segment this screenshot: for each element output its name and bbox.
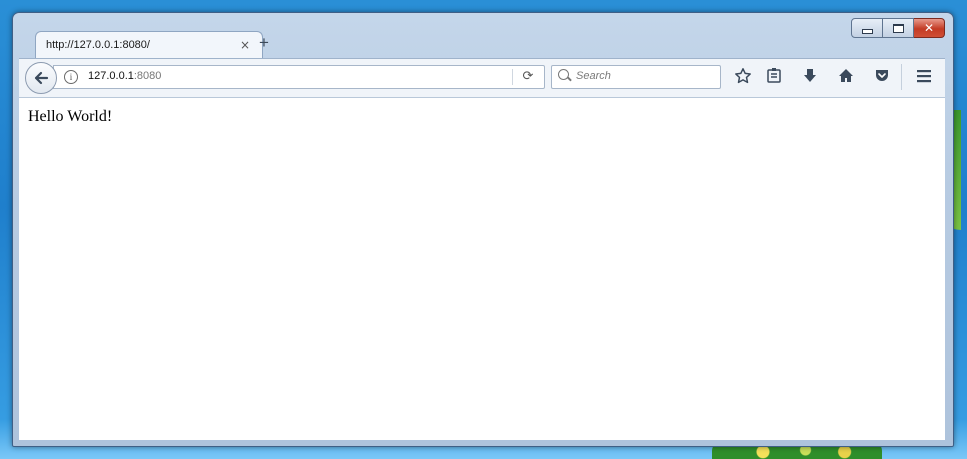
search-icon [558,69,569,80]
tab-active[interactable]: http://127.0.0.1:8080/ × [35,31,263,58]
back-button[interactable] [25,62,57,94]
download-arrow-icon[interactable] [800,67,820,87]
new-tab-button[interactable]: + [256,34,272,51]
home-icon[interactable] [836,67,856,87]
minimize-icon [861,28,873,34]
tab-close-icon[interactable]: × [238,38,252,52]
page-body-text: Hello World! [28,108,113,125]
reload-icon[interactable]: ⟳ [520,69,536,85]
url-host: 127.0.0.1 [88,70,134,82]
navigation-toolbar: i 127.0.0.1:8080 ⟳ Search [19,58,945,98]
maximize-button[interactable] [883,18,914,38]
library-icon[interactable] [764,67,784,87]
bookmark-star-icon[interactable] [733,67,753,87]
info-icon[interactable]: i [64,70,78,84]
search-placeholder: Search [576,70,611,82]
url-separator [512,69,513,85]
page-content: Hello World! [19,97,945,440]
tab-title: http://127.0.0.1:8080/ [46,39,150,51]
url-port: :8080 [133,70,162,82]
pocket-icon[interactable] [872,67,892,87]
url-text: 127.0.0.1:8080 [88,70,161,82]
window-caption-buttons: ✕ [851,18,945,38]
search-bar[interactable]: Search [551,65,721,89]
toolbar-separator [901,64,902,90]
close-window-button[interactable]: ✕ [914,18,945,38]
url-bar[interactable]: i 127.0.0.1:8080 ⟳ [53,65,545,89]
browser-window: ✕ http://127.0.0.1:8080/ × + i 127.0.0.1… [12,12,954,447]
hamburger-menu-icon[interactable] [914,67,934,87]
minimize-button[interactable] [851,18,883,38]
maximize-icon [892,23,904,33]
back-arrow-icon [34,71,49,85]
close-window-icon: ✕ [923,21,935,35]
